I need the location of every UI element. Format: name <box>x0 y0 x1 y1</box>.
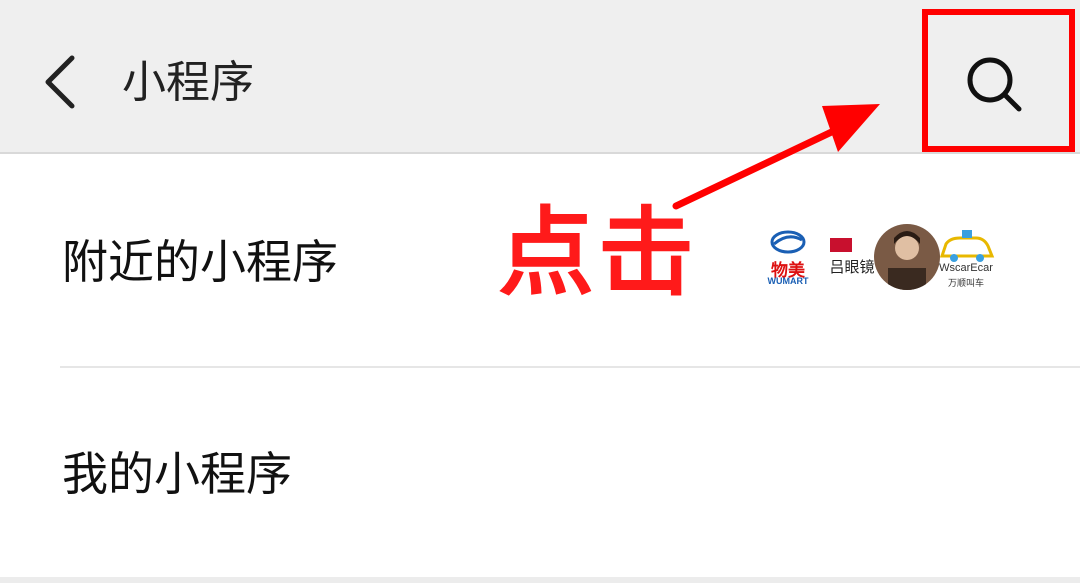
glasses-shop-mark <box>830 238 852 252</box>
wumart-logo: 物美 WUMART <box>758 222 818 294</box>
page-title: 小程序 <box>122 57 254 108</box>
my-mini-programs-label: 我的小程序 <box>62 447 292 501</box>
portrait-logo <box>874 224 940 290</box>
wscarecar-logo: WscarEcar 万顺叫车 <box>936 222 996 294</box>
top-bar: 小程序 <box>0 0 1080 154</box>
back-button[interactable] <box>30 44 90 120</box>
nearby-logos: 物美 WUMART 吕眼镜 WscarEcar 万顺叫车 <box>758 222 998 294</box>
glasses-shop-logo-text: 吕眼镜 <box>829 259 875 276</box>
chevron-left-icon <box>45 55 75 109</box>
wscarecar-logo-subtext: 万顺叫车 <box>947 278 984 288</box>
bottom-divider <box>0 577 1080 583</box>
my-mini-programs-item[interactable]: 我的小程序 <box>0 368 1080 578</box>
click-annotation: 点击 <box>498 197 698 309</box>
nearby-mini-programs-label: 附近的小程序 <box>62 235 338 289</box>
wumart-logo-subtext: WUMART <box>767 276 809 286</box>
wscarecar-logo-text: WscarEcar <box>939 262 993 274</box>
glasses-shop-logo: 吕眼镜 <box>822 222 882 294</box>
search-icon <box>967 57 1022 112</box>
search-button[interactable] <box>940 40 1050 130</box>
